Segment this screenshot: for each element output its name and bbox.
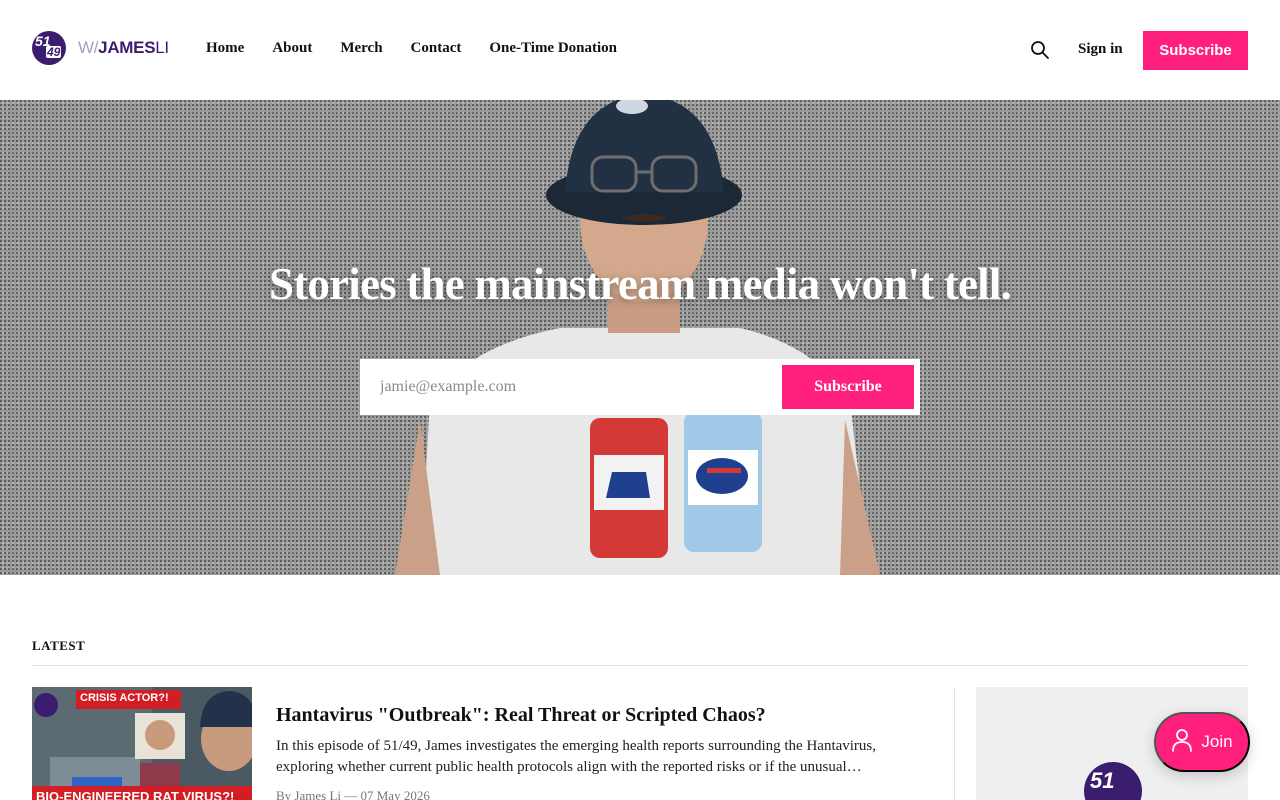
nav-one-time-donation[interactable]: One-Time Donation [489,40,617,57]
join-label: Join [1201,732,1233,751]
person-icon [1171,728,1193,757]
post-excerpt: In this episode of 51/49, James investig… [276,738,877,775]
nav-contact[interactable]: Contact [411,40,462,57]
logo-prefix: W/ [78,38,99,57]
join-button[interactable]: Join [1154,712,1250,772]
post-thumbnail[interactable]: CRISIS ACTOR?! BIO-ENGINEERED RAT VIRUS?… [32,687,252,800]
thumbnail-caption-top: CRISIS ACTOR?! [80,692,169,704]
sidebar-logo: 51 [1084,762,1142,800]
logo-wordmark: W/JAMESLI [78,38,169,58]
main-nav: Home About Merch Contact One-Time Donati… [206,40,645,57]
nav-merch[interactable]: Merch [340,40,382,57]
thumbnail-caption-bottom: BIO-ENGINEERED RAT VIRUS?! [36,789,235,800]
latest-section-label: LATEST [32,638,86,653]
site-header: 51 49 W/JAMESLI Home About Merch Contact… [0,0,1280,100]
logo-badge-bottom: 49 [46,45,62,59]
sidebar-logo-text: 51 [1090,768,1115,793]
post-title[interactable]: Hantavirus "Outbreak": Real Threat or Sc… [276,704,766,727]
nav-home[interactable]: Home [206,40,244,57]
site-logo[interactable]: 51 49 W/JAMESLI [32,30,172,66]
logo-name-light: LI [155,38,169,57]
column-divider [954,687,955,800]
search-icon[interactable] [1030,40,1050,60]
post-meta: By James Li — 07 May 2026 [276,788,430,800]
hero-subscribe-form: Subscribe [360,359,920,415]
logo-name-bold: JAMES [98,38,156,57]
header-subscribe-button[interactable]: Subscribe [1143,31,1248,70]
hero-subscribe-button[interactable]: Subscribe [782,365,914,409]
signin-link[interactable]: Sign in [1078,41,1123,58]
hero-portrait-image [395,100,880,575]
email-input[interactable] [360,359,780,415]
hero-title: Stories the mainstream media won't tell. [268,259,1012,309]
nav-about[interactable]: About [272,40,312,57]
latest-divider [32,665,1248,666]
hero-section: Stories the mainstream media won't tell.… [0,100,1280,575]
logo-badge: 51 49 [32,31,66,65]
